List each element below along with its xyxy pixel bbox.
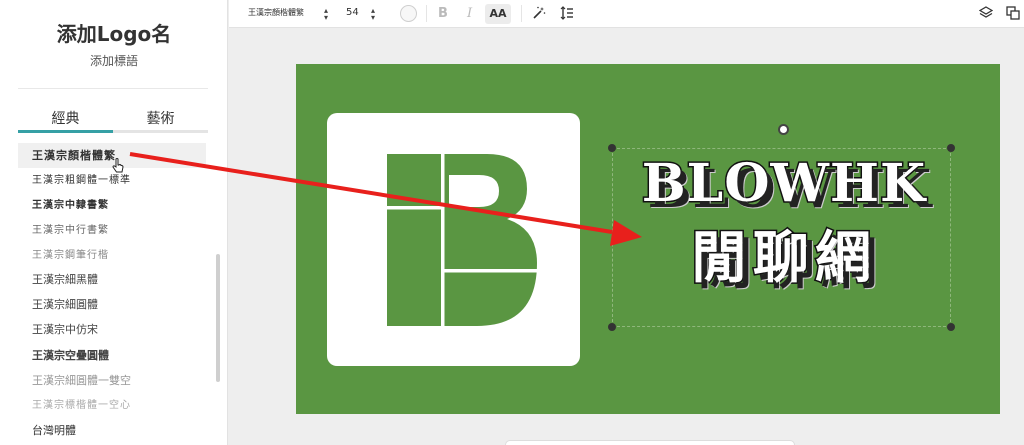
slogan-input[interactable]: 添加標語 [0,52,228,69]
font-item[interactable]: 王漢宗中隸書繁 [18,193,206,218]
text-toolbar: 王漢宗顏楷體繁 ▴ ▾ 54 ▴ ▾ B I AA [229,0,1024,28]
logo-subtitle-text[interactable]: 閒聊網 [614,224,954,294]
toolbar-divider [426,5,427,22]
font-item[interactable]: 王漢宗細黑體 [18,268,206,293]
updown-chevron-icon[interactable]: ▴ ▾ [324,7,328,22]
logo-editor-app: 添加Logo名 添加標語 經典 藝術 王漢宗顏楷體繁 王漢宗粗鋼體一標準 王漢宗… [0,0,1024,445]
logo-title-text[interactable]: BLOWHK [614,152,954,215]
duplicate-icon[interactable] [1006,6,1020,20]
logo-b-icon [387,154,544,326]
font-item[interactable]: 王漢宗細圓體 [18,293,206,318]
line-spacing-icon[interactable] [560,6,574,20]
active-tab-indicator [18,130,113,133]
font-item[interactable]: 王漢宗中仿宋 [18,318,206,343]
sidebar-divider [18,88,208,89]
font-item[interactable]: 王漢宗中行書繁 [18,218,206,243]
font-item[interactable]: 王漢宗鋼筆行楷 [18,243,206,268]
font-item[interactable]: 王漢宗標楷體一空心 [18,393,206,418]
logo-canvas[interactable]: BLOWHK 閒聊網 [296,64,1000,414]
uppercase-button[interactable]: AA [485,4,511,24]
font-size-input[interactable]: 54 [346,7,359,18]
bold-button[interactable]: B [438,6,448,21]
sidebar-scrollbar[interactable] [216,254,220,382]
rotate-handle[interactable] [778,124,789,135]
text-color-swatch[interactable] [400,5,417,22]
magic-wand-icon[interactable] [532,6,546,20]
logo-name-input[interactable]: 添加Logo名 [0,18,228,47]
layers-icon[interactable] [979,6,993,20]
font-family-select[interactable]: 王漢宗顏楷體繁 [248,7,304,18]
font-list: 王漢宗顏楷體繁 王漢宗粗鋼體一標準 王漢宗中隸書繁 王漢宗中行書繁 王漢宗鋼筆行… [18,143,206,443]
font-item[interactable]: 台灣明體 [18,418,206,443]
updown-chevron-icon[interactable]: ▴ ▾ [371,7,375,22]
italic-button[interactable]: I [467,6,472,21]
resize-handle[interactable] [608,144,616,152]
bottom-panel-edge [505,440,795,445]
resize-handle[interactable] [947,144,955,152]
font-item[interactable]: 王漢宗空疊圓體 [18,343,206,368]
toolbar-divider [521,5,522,22]
sidebar: 添加Logo名 添加標語 經典 藝術 王漢宗顏楷體繁 王漢宗粗鋼體一標準 王漢宗… [0,0,228,445]
hand-pointer-icon [112,158,124,173]
resize-handle[interactable] [608,323,616,331]
logo-mark[interactable] [327,113,580,366]
font-item[interactable]: 王漢宗細圓體一雙空 [18,368,206,393]
resize-handle[interactable] [947,323,955,331]
